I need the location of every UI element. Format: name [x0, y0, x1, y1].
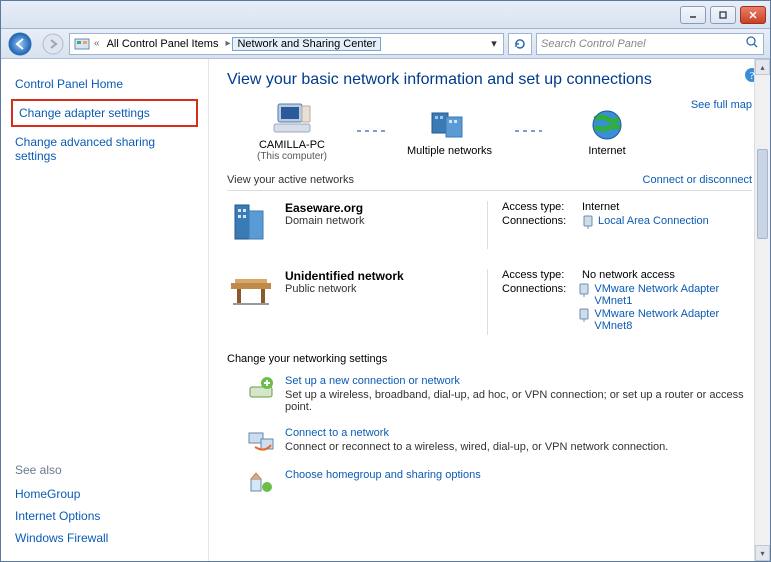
- nic-icon: [578, 283, 590, 297]
- network-name: Easeware.org: [285, 201, 364, 215]
- address-bar: « All Control Panel Items ▸ Network and …: [1, 29, 770, 59]
- sidebar-control-panel-home[interactable]: Control Panel Home: [1, 71, 208, 97]
- connection-link-vmnet8[interactable]: VMware Network Adapter VMnet8: [594, 308, 752, 332]
- scroll-down-button[interactable]: ▾: [755, 545, 770, 561]
- sidebar-homegroup[interactable]: HomeGroup: [15, 483, 194, 505]
- nic-icon: [582, 215, 594, 229]
- network-type: Domain network: [285, 215, 364, 227]
- setting-setup-connection: Set up a new connection or network Set u…: [227, 369, 752, 421]
- main-panel: ? View your basic network information an…: [209, 59, 770, 561]
- window-titlebar: [1, 1, 770, 29]
- scroll-up-button[interactable]: ▴: [755, 59, 770, 75]
- refresh-button[interactable]: [508, 33, 532, 55]
- minimize-button[interactable]: [680, 6, 706, 24]
- setting-setup-connection-link[interactable]: Set up a new connection or network: [285, 375, 752, 387]
- sidebar-change-adapter-settings[interactable]: Change adapter settings: [11, 99, 198, 127]
- network-row-easeware: Easeware.org Domain network Access type:…: [227, 191, 752, 259]
- connection-link-vmnet1[interactable]: VMware Network Adapter VMnet1: [594, 283, 752, 307]
- domain-network-icon: [227, 201, 275, 249]
- setting-connect-network-link[interactable]: Connect to a network: [285, 427, 668, 439]
- scroll-thumb[interactable]: [757, 149, 768, 239]
- topo-internet-label: Internet: [542, 145, 672, 157]
- sidebar-change-advanced-sharing[interactable]: Change advanced sharing settings: [1, 129, 208, 169]
- breadcrumb-dropdown[interactable]: ▾: [487, 37, 501, 50]
- access-type-label: Access type:: [502, 269, 582, 281]
- active-networks-heading: View your active networks: [227, 174, 354, 186]
- breadcrumb-chevron[interactable]: «: [92, 38, 102, 49]
- breadcrumb-all-items[interactable]: All Control Panel Items: [102, 37, 224, 51]
- close-button[interactable]: [740, 6, 766, 24]
- internet-icon: [542, 105, 672, 145]
- multiple-networks-icon: [385, 105, 515, 145]
- breadcrumb[interactable]: « All Control Panel Items ▸ Network and …: [69, 33, 504, 55]
- public-network-icon: [227, 269, 275, 317]
- sidebar: Control Panel Home Change adapter settin…: [1, 59, 209, 561]
- connections-label: Connections:: [502, 283, 578, 333]
- breadcrumb-network-sharing[interactable]: Network and Sharing Center: [232, 37, 381, 51]
- topo-multi-label: Multiple networks: [385, 145, 515, 157]
- access-type-value: Internet: [582, 201, 619, 213]
- connect-disconnect-link[interactable]: Connect or disconnect: [643, 174, 752, 186]
- computer-icon: [227, 99, 357, 139]
- see-full-map-link[interactable]: See full map: [691, 99, 752, 111]
- back-button[interactable]: [7, 31, 37, 57]
- search-placeholder: Search Control Panel: [541, 38, 646, 50]
- network-row-unidentified: Unidentified network Public network Acce…: [227, 259, 752, 345]
- sidebar-internet-options[interactable]: Internet Options: [15, 505, 194, 527]
- sidebar-windows-firewall[interactable]: Windows Firewall: [15, 527, 194, 549]
- topology-line: [357, 130, 385, 132]
- topo-pc-sublabel: (This computer): [227, 151, 357, 162]
- topology-line: [515, 130, 543, 132]
- access-type-value: No network access: [582, 269, 675, 281]
- vertical-scrollbar[interactable]: ▴ ▾: [754, 59, 770, 561]
- setting-homegroup-link[interactable]: Choose homegroup and sharing options: [285, 469, 481, 481]
- network-topology: CAMILLA-PC (This computer) Multiple netw…: [227, 99, 672, 162]
- homegroup-icon: [247, 469, 275, 497]
- page-title: View your basic network information and …: [227, 71, 752, 89]
- breadcrumb-chevron[interactable]: ▸: [223, 38, 232, 49]
- access-type-label: Access type:: [502, 201, 582, 213]
- network-type: Public network: [285, 283, 404, 295]
- search-icon: [745, 35, 759, 52]
- connections-label: Connections:: [502, 215, 582, 230]
- maximize-button[interactable]: [710, 6, 736, 24]
- setting-connect-network: Connect to a network Connect or reconnec…: [227, 421, 752, 463]
- setup-connection-icon: [247, 375, 275, 403]
- sidebar-see-also-heading: See also: [15, 463, 194, 483]
- connect-network-icon: [247, 427, 275, 455]
- setting-desc: Connect or reconnect to a wireless, wire…: [285, 441, 668, 453]
- forward-button[interactable]: [41, 32, 65, 56]
- setting-homegroup-sharing: Choose homegroup and sharing options: [227, 463, 752, 505]
- nic-icon: [578, 308, 590, 322]
- connection-link-lac[interactable]: Local Area Connection: [598, 215, 709, 227]
- setting-desc: Set up a wireless, broadband, dial-up, a…: [285, 389, 752, 413]
- search-input[interactable]: Search Control Panel: [536, 33, 764, 55]
- network-name: Unidentified network: [285, 269, 404, 283]
- topo-pc-label: CAMILLA-PC: [227, 139, 357, 151]
- networking-settings-heading: Change your networking settings: [227, 345, 752, 369]
- control-panel-icon: [74, 36, 90, 52]
